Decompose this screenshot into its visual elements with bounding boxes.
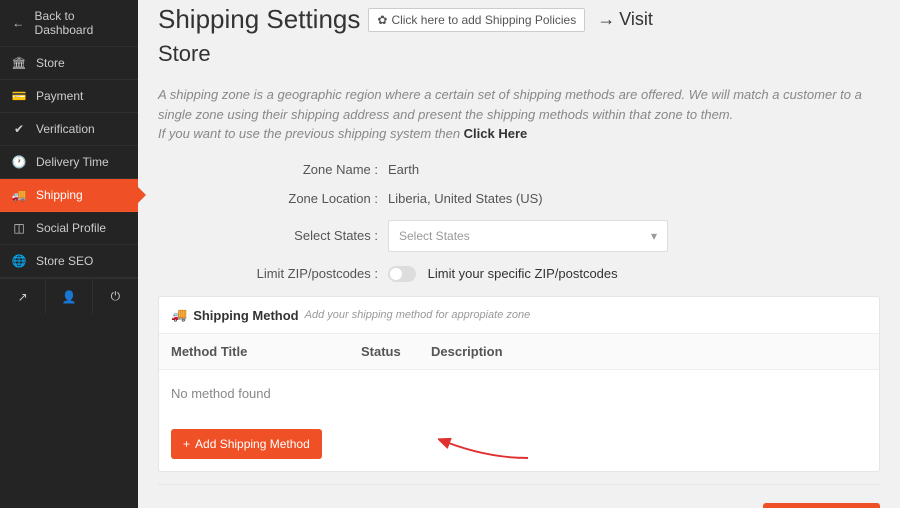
globe-icon: 🌐 [12, 254, 26, 268]
select-states-label: Select States : [158, 228, 388, 243]
subtitle: Store [158, 41, 880, 67]
sidebar-item-verification[interactable]: ✔ Verification [0, 113, 138, 146]
zone-description: A shipping zone is a geographic region w… [158, 85, 880, 124]
save-changes-button[interactable]: Save Changes [763, 503, 880, 508]
external-link-button[interactable]: ↗ [0, 279, 46, 314]
sidebar-item-delivery-time[interactable]: 🕐 Delivery Time [0, 146, 138, 179]
zone-name-label: Zone Name : [158, 162, 388, 177]
sidebar-bottom-bar: ↗ 👤 ⏻ [0, 278, 138, 314]
gear-icon: ✿ [377, 13, 387, 27]
button-label: Add Shipping Method [195, 437, 310, 451]
sidebar-item-label: Back to Dashboard [35, 9, 126, 37]
zone-name-row: Zone Name : Earth [158, 162, 880, 177]
panel-footer: + Add Shipping Method [159, 417, 879, 471]
external-link-icon: ↗ [18, 290, 28, 304]
sidebar: ← Back to Dashboard 🏛 Store 💳 Payment ✔ … [0, 0, 138, 508]
sidebar-item-label: Store [36, 56, 65, 70]
arrow-left-icon: ← [12, 16, 25, 30]
panel-title: Shipping Method [193, 308, 298, 323]
panel-hint: Add your shipping method for appropiate … [305, 309, 531, 321]
truck-icon: 🚚 [171, 307, 187, 323]
panel-header: 🚚 Shipping Method Add your shipping meth… [159, 297, 879, 334]
select-placeholder: Select States [399, 229, 470, 243]
visit-link[interactable]: → Visit [597, 9, 653, 30]
limit-zip-control: Limit your specific ZIP/postcodes [388, 266, 618, 283]
plus-icon: + [183, 437, 190, 451]
sidebar-item-label: Delivery Time [36, 155, 109, 169]
table-header: Method Title Status Description [159, 334, 879, 370]
page-title: Shipping Settings [158, 4, 360, 35]
link-label: Visit [619, 9, 653, 30]
store-icon: 🏛 [12, 56, 26, 70]
limit-zip-text: Limit your specific ZIP/postcodes [428, 266, 618, 281]
truck-icon: 🚚 [12, 188, 26, 202]
power-button[interactable]: ⏻ [93, 279, 138, 314]
sidebar-item-back[interactable]: ← Back to Dashboard [0, 0, 138, 47]
credit-card-icon: 💳 [12, 89, 26, 103]
click-here-link[interactable]: Click Here [464, 126, 528, 141]
user-icon: 👤 [62, 290, 77, 304]
sidebar-item-shipping[interactable]: 🚚 Shipping [0, 179, 138, 212]
main-content: Shipping Settings ✿ Click here to add Sh… [138, 0, 900, 508]
select-states-row: Select States : Select States ▾ [158, 220, 880, 252]
button-label: Click here to add Shipping Policies [391, 13, 576, 27]
sidebar-item-label: Payment [36, 89, 83, 103]
sidebar-item-store[interactable]: 🏛 Store [0, 47, 138, 80]
shipping-policies-button[interactable]: ✿ Click here to add Shipping Policies [368, 8, 585, 32]
page-header: Shipping Settings ✿ Click here to add Sh… [158, 0, 880, 35]
limit-zip-label: Limit ZIP/postcodes : [158, 266, 388, 281]
user-button[interactable]: 👤 [46, 279, 92, 314]
fallback-description: If you want to use the previous shipping… [158, 124, 880, 144]
sidebar-item-label: Store SEO [36, 254, 93, 268]
limit-zip-toggle[interactable] [388, 266, 416, 282]
zone-form: Zone Name : Earth Zone Location : Liberi… [158, 162, 880, 283]
select-states-dropdown[interactable]: Select States ▾ [388, 220, 668, 252]
limit-zip-row: Limit ZIP/postcodes : Limit your specifi… [158, 266, 880, 283]
sidebar-item-label: Shipping [36, 188, 83, 202]
sidebar-item-social-profile[interactable]: ◫ Social Profile [0, 212, 138, 245]
share-icon: ◫ [12, 221, 26, 235]
shipping-method-panel: 🚚 Shipping Method Add your shipping meth… [158, 296, 880, 472]
no-method-row: No method found [159, 370, 879, 417]
arrow-right-icon: → [597, 9, 615, 30]
footer-row: ← Back to Zone List Save Changes [158, 484, 880, 508]
clock-icon: 🕐 [12, 155, 26, 169]
sidebar-item-payment[interactable]: 💳 Payment [0, 80, 138, 113]
zone-name-value: Earth [388, 162, 419, 177]
power-icon: ⏻ [111, 289, 121, 304]
zone-location-label: Zone Location : [158, 191, 388, 206]
chevron-down-icon: ▾ [651, 229, 657, 243]
zone-location-value: Liberia, United States (US) [388, 191, 543, 206]
col-status: Status [361, 344, 431, 359]
sidebar-item-label: Social Profile [36, 221, 106, 235]
zone-location-row: Zone Location : Liberia, United States (… [158, 191, 880, 206]
col-method-title: Method Title [171, 344, 361, 359]
add-shipping-method-button[interactable]: + Add Shipping Method [171, 429, 322, 459]
col-description: Description [431, 344, 503, 359]
check-icon: ✔ [12, 122, 26, 136]
sidebar-item-store-seo[interactable]: 🌐 Store SEO [0, 245, 138, 278]
sidebar-item-label: Verification [36, 122, 95, 136]
